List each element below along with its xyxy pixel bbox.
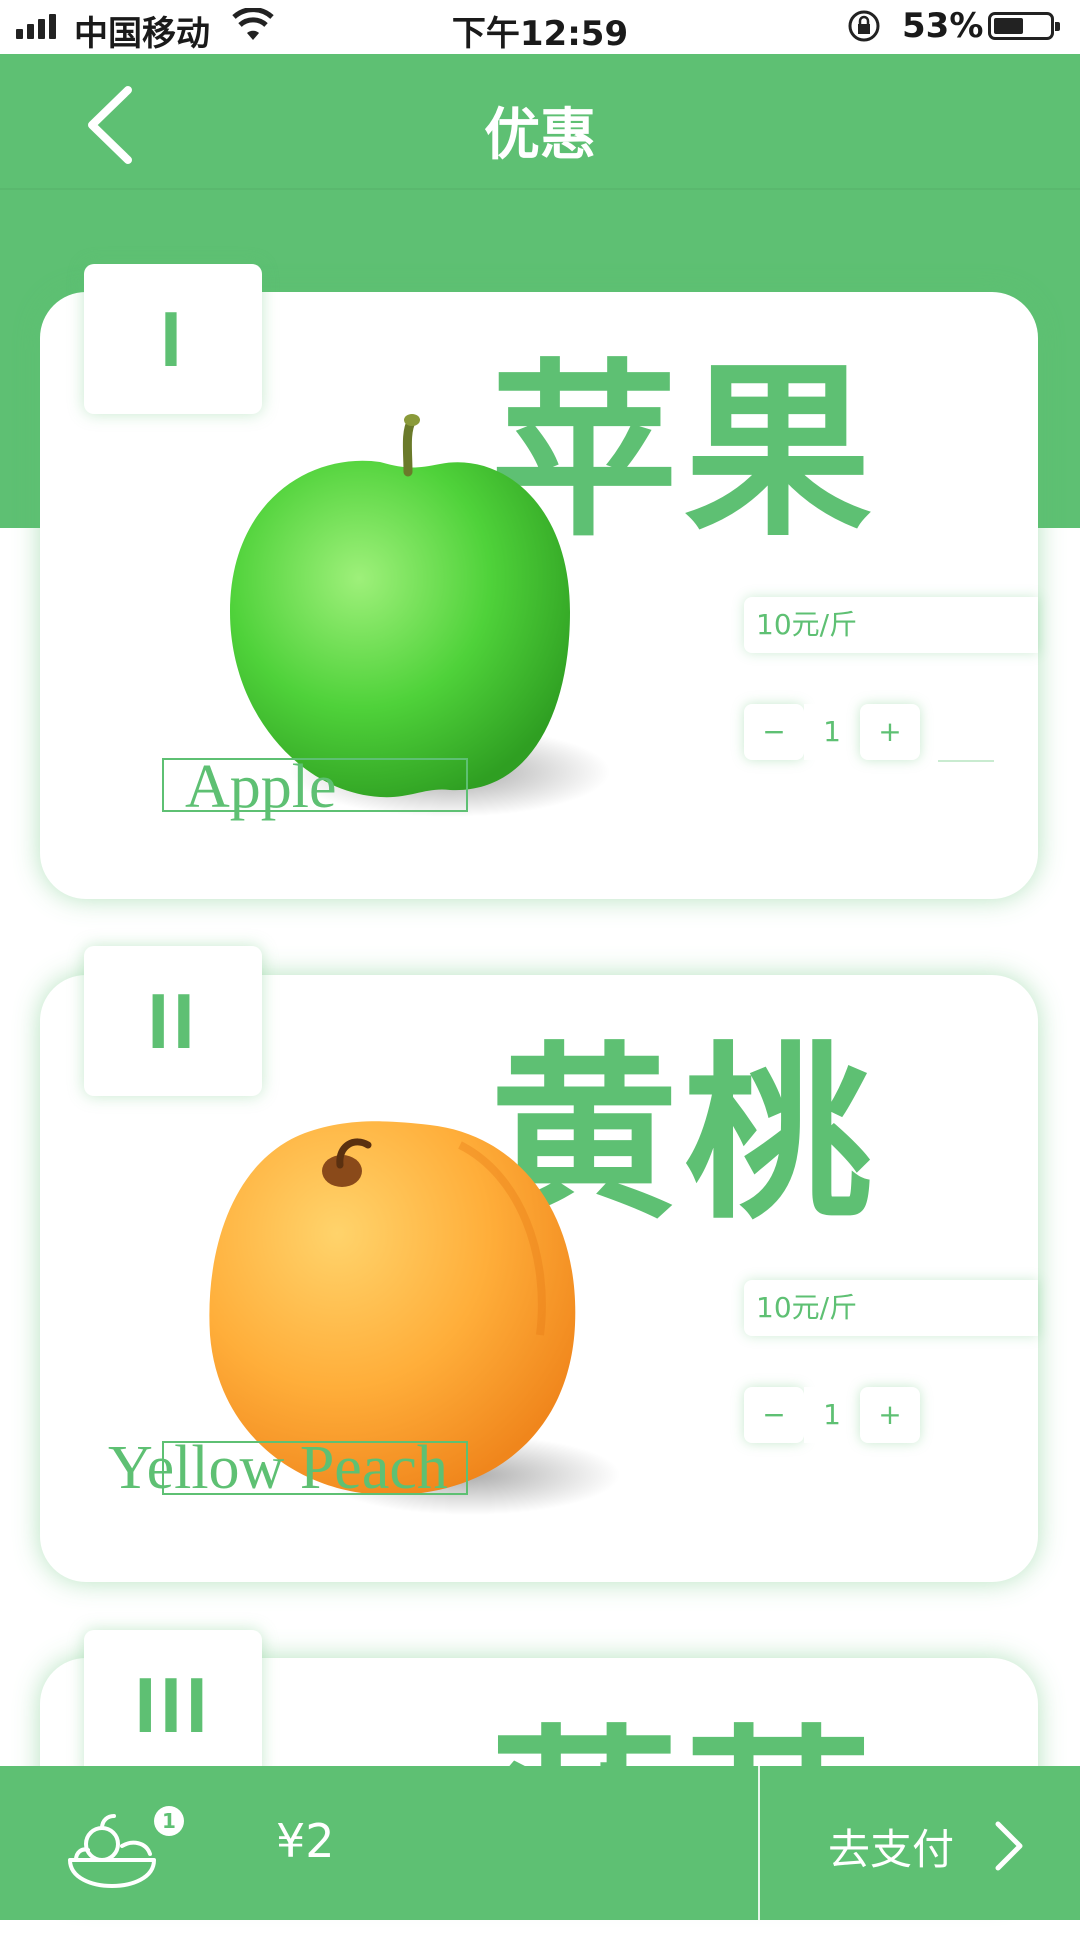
page-title: 优惠 — [484, 103, 596, 168]
price-label: 10元/斤 — [756, 1291, 858, 1324]
battery-percent: 53% — [902, 6, 984, 46]
status-bar: 中国移动 下午12:59 53% — [0, 0, 1080, 54]
nav-divider — [0, 188, 1080, 190]
pay-button[interactable]: 去支付 — [760, 1766, 1080, 1920]
rotation-lock-icon — [848, 10, 880, 42]
price-label: 10元/斤 — [756, 608, 858, 641]
product-index-badge: I — [84, 264, 262, 414]
total-price: ¥2 — [276, 1814, 335, 1868]
increment-button[interactable]: + — [860, 704, 920, 760]
chevron-right-icon — [995, 1821, 1023, 1871]
quantity-value: 1 — [804, 1387, 860, 1443]
price-tag: 10元/斤 — [744, 1280, 1038, 1336]
battery-icon — [988, 12, 1060, 40]
cart-count-badge: 1 — [154, 1806, 184, 1836]
divider-line — [938, 760, 994, 762]
product-index-badge: III — [84, 1630, 262, 1780]
english-name: Apple — [185, 753, 337, 821]
english-name: Yellow Peach — [108, 1434, 448, 1502]
navigation-bar: 优惠 — [0, 54, 1080, 188]
decrement-button[interactable]: − — [744, 1387, 804, 1443]
pay-label: 去支付 — [828, 1825, 955, 1874]
price-tag: 10元/斤 — [744, 597, 1038, 653]
decrement-button[interactable]: − — [744, 704, 804, 760]
increment-button[interactable]: + — [860, 1387, 920, 1443]
quantity-stepper: − 1 + — [744, 1387, 920, 1443]
quantity-stepper: − 1 + — [744, 704, 920, 760]
checkout-bar: 1 ¥2 去支付 — [0, 1766, 1080, 1920]
quantity-value: 1 — [804, 704, 860, 760]
fruit-basket-icon[interactable] — [62, 1810, 162, 1890]
product-index-badge: II — [84, 946, 262, 1096]
